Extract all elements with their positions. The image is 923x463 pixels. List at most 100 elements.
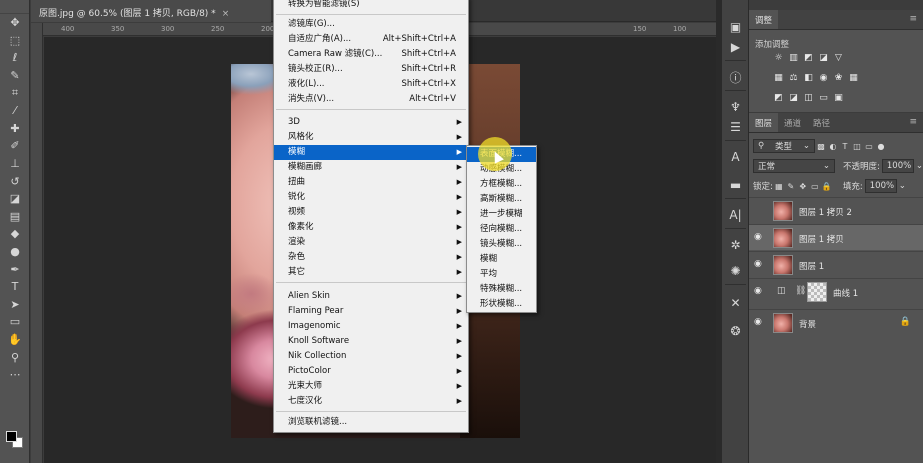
history-icon[interactable]: ▣: [722, 18, 749, 36]
menu-item-render[interactable]: 渲染 ▶: [274, 235, 468, 250]
selective-color-icon[interactable]: ▣: [833, 92, 844, 103]
menu-item-vanishing-point[interactable]: 消失点(V)... Alt+Ctrl+V: [274, 92, 468, 107]
opacity-field[interactable]: 100%: [881, 159, 914, 173]
panel-menu-icon[interactable]: ≡: [909, 117, 917, 127]
tab-adjustments[interactable]: 调整: [749, 10, 779, 29]
menu-item-pixelate[interactable]: 像素化 ▶: [274, 220, 468, 235]
eyedropper-tool-icon[interactable]: ⁄: [0, 102, 30, 120]
lock-position-icon[interactable]: ✥: [797, 180, 809, 192]
layer-row[interactable]: ◉ 背景 🔒: [749, 309, 923, 335]
menu-item-distort[interactable]: 扭曲 ▶: [274, 175, 468, 190]
menu-item-liquify[interactable]: 液化(L)... Shift+Ctrl+X: [274, 77, 468, 92]
navigator-icon[interactable]: ✲: [722, 236, 749, 254]
gradient-map-icon[interactable]: ▭: [818, 92, 829, 103]
hue-saturation-icon[interactable]: ▦: [773, 72, 784, 83]
lock-all-icon[interactable]: 🔒: [821, 180, 833, 192]
info-icon[interactable]: ⓘ: [722, 68, 749, 86]
toolbar-grip[interactable]: [0, 0, 29, 14]
chevron-down-icon[interactable]: ⌄: [899, 181, 906, 191]
menu-item-filter-gallery[interactable]: 滤镜库(G)...: [274, 17, 468, 32]
blend-mode-dropdown[interactable]: 正常 ⌄: [753, 159, 835, 173]
tab-layers[interactable]: 图层: [749, 113, 779, 132]
levels-icon[interactable]: ▥: [788, 52, 799, 63]
channel-mixer-icon[interactable]: ❀: [833, 72, 844, 83]
close-tab-icon[interactable]: ×: [222, 9, 230, 19]
submenu-item-shape-blur[interactable]: 形状模糊...: [467, 297, 536, 312]
submenu-item-box-blur[interactable]: 方框模糊...: [467, 177, 536, 192]
eye-icon[interactable]: ◉: [754, 317, 766, 327]
menu-item-video[interactable]: 视频 ▶: [274, 205, 468, 220]
layer-mask-thumbnail[interactable]: [807, 282, 827, 302]
layer-row[interactable]: 图层 1 拷贝 2: [749, 197, 923, 223]
brush-tool-icon[interactable]: ✐: [0, 137, 30, 155]
vibrance-icon[interactable]: ▽: [833, 52, 844, 63]
menu-item-flaming-pear[interactable]: Flaming Pear ▶: [274, 304, 468, 319]
foreground-color-swatch[interactable]: [6, 431, 17, 442]
eye-icon[interactable]: ◉: [754, 259, 766, 269]
clone-stamp-tool-icon[interactable]: ⊥: [0, 155, 30, 173]
black-white-icon[interactable]: ◧: [803, 72, 814, 83]
menu-item-3d[interactable]: 3D ▶: [274, 115, 468, 130]
curves-icon[interactable]: ◩: [803, 52, 814, 63]
menu-item-stylize[interactable]: 风格化 ▶: [274, 130, 468, 145]
submenu-item-gaussian-blur[interactable]: 高斯模糊...: [467, 192, 536, 207]
menu-item-nik-collection[interactable]: Nik Collection ▶: [274, 349, 468, 364]
submenu-item-average[interactable]: 平均: [467, 267, 536, 282]
menu-item-other[interactable]: 其它 ▶: [274, 265, 468, 280]
menu-item-pictocolor[interactable]: PictoColor ▶: [274, 364, 468, 379]
move-tool-icon[interactable]: ✥: [0, 14, 30, 32]
blur-tool-icon[interactable]: ◆: [0, 225, 30, 243]
menu-item-imagenomic[interactable]: Imagenomic ▶: [274, 319, 468, 334]
menu-item-browse-filters-online[interactable]: 浏览联机滤镜...: [274, 415, 468, 430]
character-icon[interactable]: A: [722, 148, 749, 166]
submenu-item-lens-blur[interactable]: 镜头模糊...: [467, 237, 536, 252]
invert-icon[interactable]: ◩: [773, 92, 784, 103]
type-filter-icon[interactable]: T: [839, 140, 851, 152]
menu-item-adaptive-wide-angle[interactable]: 自适应广角(A)... Alt+Shift+Ctrl+A: [274, 32, 468, 47]
menu-item-alien-skin[interactable]: Alien Skin ▶: [274, 289, 468, 304]
menu-item-camera-raw[interactable]: Camera Raw 滤镜(C)... Shift+Ctrl+A: [274, 47, 468, 62]
menu-item-blur[interactable]: 模糊 ▶: [274, 145, 468, 160]
properties-icon[interactable]: ❂: [722, 322, 749, 340]
layer-row[interactable]: ◉ 图层 1: [749, 251, 923, 277]
history-brush-tool-icon[interactable]: ↺: [0, 172, 30, 190]
visibility-hidden-icon[interactable]: [754, 205, 766, 215]
link-icon[interactable]: ⛓: [795, 286, 806, 296]
artboard-lock-icon[interactable]: ▭: [809, 180, 821, 192]
tools-cross-icon[interactable]: ✕: [722, 294, 749, 312]
submenu-item-blur-more[interactable]: 进一步模糊: [467, 207, 536, 222]
shape-filter-icon[interactable]: ◫: [851, 140, 863, 152]
menu-item-light-beam[interactable]: 光束大师 ▶: [274, 379, 468, 394]
chevron-down-icon[interactable]: ⌄: [916, 161, 923, 171]
fill-field[interactable]: 100%: [864, 179, 897, 193]
crop-tool-icon[interactable]: ⌗: [0, 84, 30, 102]
adjustment-filter-icon[interactable]: ◐: [827, 140, 839, 152]
menu-item-noise[interactable]: 杂色 ▶: [274, 250, 468, 265]
kind-filter-dropdown[interactable]: ⚲ 类型 ⌄: [753, 139, 815, 153]
more-tools-icon[interactable]: ⋯: [0, 366, 30, 384]
menu-item-knoll-software[interactable]: Knoll Software ▶: [274, 334, 468, 349]
filter-toggle-icon[interactable]: ●: [875, 140, 887, 152]
color-balance-icon[interactable]: ⚖: [788, 72, 799, 83]
eye-icon[interactable]: ◉: [754, 286, 766, 296]
healing-brush-tool-icon[interactable]: ✚: [0, 120, 30, 138]
posterize-icon[interactable]: ◪: [788, 92, 799, 103]
threshold-icon[interactable]: ◫: [803, 92, 814, 103]
hand-tool-icon[interactable]: ✋: [0, 331, 30, 349]
folder-icon[interactable]: ▬: [722, 176, 749, 194]
quick-select-tool-icon[interactable]: ✎: [0, 67, 30, 85]
zoom-tool-icon[interactable]: ⚲: [0, 348, 30, 366]
brush-settings-icon[interactable]: ♆: [722, 98, 749, 116]
panel-menu-icon[interactable]: ≡: [909, 14, 917, 24]
lock-pixels-icon[interactable]: ✎: [785, 180, 797, 192]
marquee-tool-icon[interactable]: ⬚: [0, 32, 30, 50]
document-tab[interactable]: 原图.jpg @ 60.5% (图层 1 拷贝, RGB/8) * ×: [31, 0, 271, 22]
menu-item-blur-gallery[interactable]: 模糊画廊 ▶: [274, 160, 468, 175]
lasso-tool-icon[interactable]: ℓ: [0, 49, 30, 67]
brightness-icon[interactable]: ☼: [773, 52, 784, 63]
color-lookup-icon[interactable]: ▦: [848, 72, 859, 83]
eraser-tool-icon[interactable]: ◪: [0, 190, 30, 208]
submenu-item-blur[interactable]: 模糊: [467, 252, 536, 267]
layer-row[interactable]: ◉ ◫ ⛓ 曲线 1: [749, 278, 923, 304]
photo-filter-icon[interactable]: ◉: [818, 72, 829, 83]
